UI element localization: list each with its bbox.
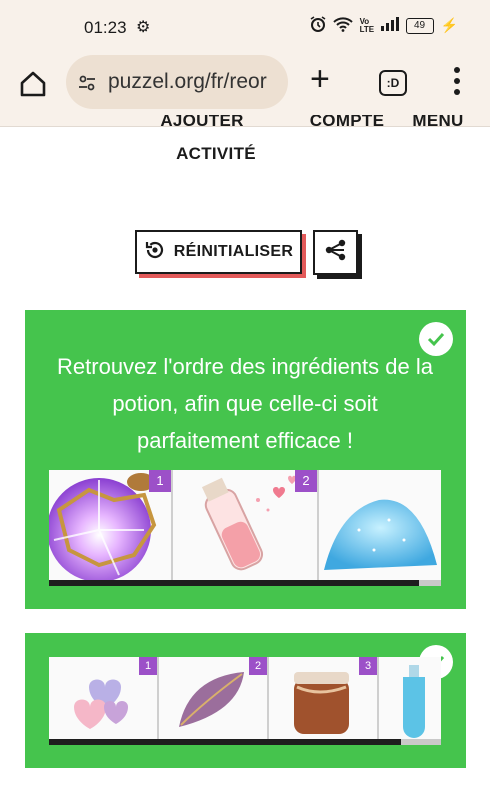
tile-number-badge: 1 — [139, 657, 157, 675]
alarm-icon — [310, 16, 326, 35]
pink-love-potion-bottle-image — [173, 475, 317, 580]
nav-add-activity-line1[interactable]: AJOUTER UNE — [150, 115, 254, 131]
battery-icon: 49 — [405, 17, 434, 34]
home-icon[interactable] — [18, 69, 48, 99]
wifi-icon — [332, 16, 353, 35]
status-bar: 01:23 ⚙ Vo LTE 49 ⚡ — [0, 0, 490, 52]
scrollbar-track — [401, 739, 441, 745]
url-text[interactable]: puzzel.org/fr/reor — [108, 70, 286, 94]
image-strip[interactable]: 1 2 — [49, 470, 441, 586]
nav-menu[interactable]: MENU — [408, 115, 468, 131]
card-title: Retrouvez l'ordre des ingrédients de la … — [57, 354, 433, 453]
image-strip[interactable]: 1 2 3 — [49, 657, 441, 745]
purple-bean-pod-image — [159, 672, 267, 739]
blue-potion-bottle-image — [379, 665, 441, 739]
site-settings-icon[interactable] — [78, 74, 96, 92]
volte-icon: Vo LTE — [359, 16, 375, 34]
blue-sparkle-sand-image — [319, 499, 441, 580]
tile-number-badge: 1 — [149, 470, 171, 492]
share-icon — [324, 238, 348, 267]
share-button[interactable] — [313, 230, 358, 275]
address-bar[interactable]: puzzel.org/fr/reor — [66, 55, 288, 109]
nav-add-activity-line2[interactable]: ACTIVITÉ — [150, 144, 282, 164]
sortable-tile-2[interactable]: 2 — [159, 657, 269, 739]
purple-crystal-orb-image — [49, 473, 171, 580]
reset-button[interactable]: RÉINITIALISER — [135, 230, 302, 274]
scrollbar-thumb[interactable] — [49, 739, 401, 745]
signal-icon — [380, 17, 399, 34]
status-icons: Vo LTE 49 ⚡ — [310, 16, 458, 35]
reset-icon — [144, 239, 166, 266]
reset-label: RÉINITIALISER — [173, 243, 294, 260]
scrollbar-thumb[interactable] — [49, 580, 419, 586]
tile-number-badge: 3 — [359, 657, 377, 675]
tile-number-badge: 2 — [249, 657, 267, 675]
sortable-tile-2[interactable]: 2 — [173, 470, 319, 580]
nav-account[interactable]: COMPTE — [307, 115, 387, 131]
sortable-tile-3[interactable]: 3 — [269, 657, 379, 739]
clock: 01:23 — [84, 18, 127, 37]
puzzle-card-1: Retrouvez l'ordre des ingrédients de la … — [25, 310, 466, 609]
sortable-tile-3[interactable] — [319, 470, 441, 580]
gear-icon: ⚙ — [136, 19, 151, 36]
sortable-tile-1[interactable]: 1 — [49, 657, 159, 739]
new-tab-icon[interactable]: + — [310, 60, 330, 99]
sortable-tile-1[interactable]: 1 — [49, 470, 173, 580]
tile-number-badge: 2 — [295, 470, 317, 492]
tab-switcher-button[interactable]: :D — [379, 70, 407, 96]
sortable-tile-4[interactable] — [379, 657, 441, 739]
puzzle-card-2: 1 2 3 — [25, 633, 466, 768]
site-nav: AJOUTER UNE COMPTE MENU — [0, 115, 490, 131]
more-options-icon[interactable] — [453, 64, 461, 98]
honey-jar-image — [269, 672, 377, 739]
candy-hearts-image — [49, 679, 157, 739]
scrollbar-track — [419, 580, 441, 586]
charging-icon: ⚡ — [440, 17, 458, 33]
